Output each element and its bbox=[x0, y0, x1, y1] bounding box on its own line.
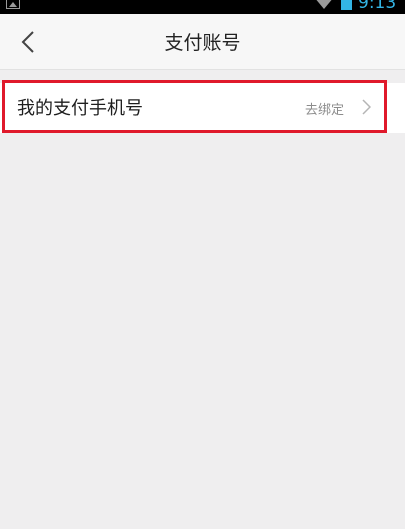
page-title: 支付账号 bbox=[164, 32, 241, 54]
nav-bar: 支付账号 bbox=[0, 14, 405, 70]
chevron-right-icon bbox=[362, 99, 371, 115]
content-area: 我的支付手机号 去绑定 bbox=[0, 71, 405, 529]
bind-action-label[interactable]: 去绑定 bbox=[305, 99, 344, 118]
image-icon bbox=[6, 0, 20, 9]
status-time: 9:13 bbox=[358, 0, 397, 13]
status-bar: 9:13 bbox=[0, 0, 405, 14]
list-item-label: 我的支付手机号 bbox=[17, 98, 143, 119]
list-item-payment-phone[interactable]: 我的支付手机号 去绑定 bbox=[0, 83, 405, 133]
battery-icon bbox=[341, 0, 352, 10]
wifi-icon bbox=[316, 0, 332, 9]
